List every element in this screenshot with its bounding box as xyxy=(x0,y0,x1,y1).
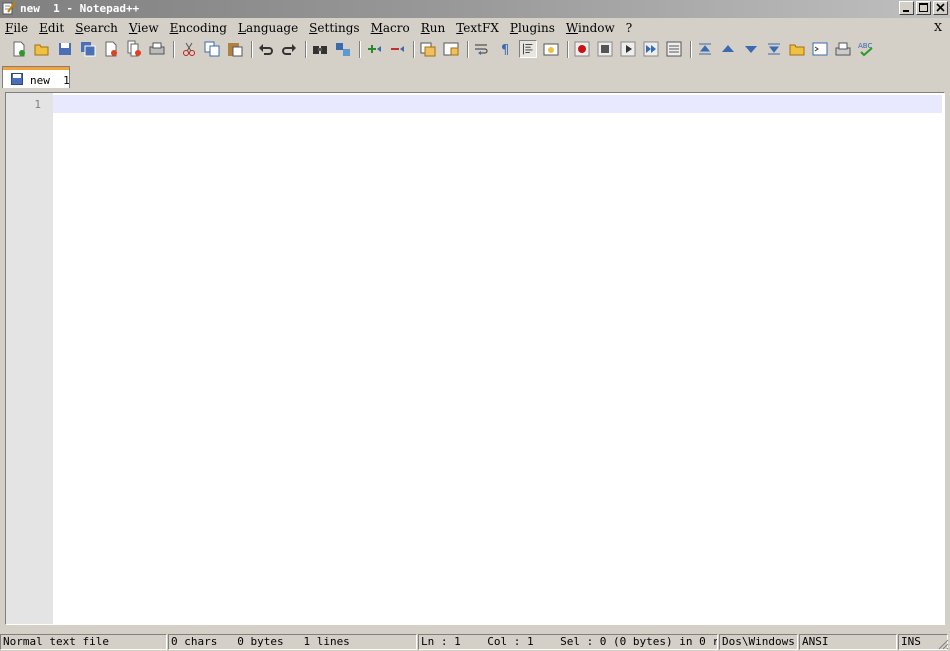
line-number: 1 xyxy=(34,98,41,111)
copy-icon[interactable] xyxy=(203,40,221,58)
title-bar[interactable]: new 1 - Notepad++ xyxy=(0,0,950,18)
status-bar: Normal text file 0 chars 0 bytes 1 lines… xyxy=(0,633,950,651)
close-file-icon[interactable] xyxy=(102,40,120,58)
text-editor[interactable]: 1 xyxy=(5,92,945,625)
open-file-icon[interactable] xyxy=(33,40,51,58)
status-cursor-position: Ln : 1 Col : 1 Sel : 0 (0 bytes) in 0 ra… xyxy=(418,634,718,650)
paste-icon[interactable] xyxy=(226,40,244,58)
resize-grip-icon[interactable] xyxy=(938,639,949,650)
toolbar-separator xyxy=(690,41,692,58)
status-doc-length: 0 chars 0 bytes 1 lines xyxy=(168,634,417,650)
menu-macro[interactable]: Macro xyxy=(371,21,410,35)
indent-guide-icon[interactable] xyxy=(519,40,537,58)
notepad-app-icon xyxy=(2,1,16,15)
tab-label: new 1 xyxy=(30,74,70,87)
minimize-button[interactable] xyxy=(899,1,914,15)
close-all-icon[interactable] xyxy=(125,40,143,58)
redo-icon[interactable] xyxy=(280,40,298,58)
user-defined-lang-icon[interactable] xyxy=(542,40,560,58)
maximize-button[interactable] xyxy=(916,1,931,15)
menu-help[interactable]: ? xyxy=(626,21,632,35)
toolbar-separator xyxy=(359,41,361,58)
close-button[interactable] xyxy=(933,1,948,15)
folder-icon[interactable] xyxy=(788,40,806,58)
current-line-highlight xyxy=(53,95,942,113)
svg-text:¶: ¶ xyxy=(501,43,509,58)
show-all-chars-icon[interactable]: ¶ xyxy=(496,40,514,58)
collapse-icon[interactable] xyxy=(696,40,714,58)
line-number-gutter: 1 xyxy=(6,93,53,624)
toolbar-separator xyxy=(305,41,307,58)
menu-settings[interactable]: Settings xyxy=(309,21,359,35)
stop-record-icon[interactable] xyxy=(596,40,614,58)
word-wrap-icon[interactable] xyxy=(473,40,491,58)
cut-icon[interactable] xyxy=(180,40,198,58)
maximize-icon xyxy=(919,3,928,12)
close-icon xyxy=(936,3,945,12)
run-macro-multiple-icon[interactable] xyxy=(642,40,660,58)
sync-vertical-icon[interactable] xyxy=(419,40,437,58)
menu-textfx[interactable]: TextFX xyxy=(456,21,499,35)
print-now-icon[interactable] xyxy=(834,40,852,58)
save-macro-icon[interactable] xyxy=(665,40,683,58)
up-icon[interactable] xyxy=(719,40,737,58)
new-file-icon[interactable] xyxy=(10,40,28,58)
status-file-type: Normal text file xyxy=(0,634,167,650)
undo-icon[interactable] xyxy=(257,40,275,58)
tab-strip: new 1 xyxy=(0,64,950,90)
window-title: new 1 - Notepad++ xyxy=(20,2,140,15)
save-all-icon[interactable] xyxy=(79,40,97,58)
status-encoding: ANSI xyxy=(799,634,897,650)
toolbar-separator xyxy=(467,41,469,58)
minimize-icon xyxy=(903,10,909,12)
spell-check-icon[interactable]: ABC xyxy=(857,40,875,58)
toolbar: ¶ ABC xyxy=(0,38,950,62)
record-macro-icon[interactable] xyxy=(573,40,591,58)
close-document-button[interactable]: X xyxy=(934,21,942,34)
zoom-out-icon[interactable] xyxy=(388,40,406,58)
down-icon[interactable] xyxy=(742,40,760,58)
menu-plugins[interactable]: Plugins xyxy=(510,21,555,35)
menu-run[interactable]: Run xyxy=(421,21,446,35)
toolbar-separator xyxy=(413,41,415,58)
toolbar-separator xyxy=(251,41,253,58)
find-icon[interactable] xyxy=(311,40,329,58)
menu-encoding[interactable]: Encoding xyxy=(170,21,227,35)
replace-icon[interactable] xyxy=(334,40,352,58)
active-tab-indicator xyxy=(3,67,69,70)
menu-view[interactable]: View xyxy=(129,21,159,35)
menu-search[interactable]: Search xyxy=(75,21,118,35)
menu-window[interactable]: Window xyxy=(566,21,615,35)
save-icon[interactable] xyxy=(56,40,74,58)
console-icon[interactable] xyxy=(811,40,829,58)
tab-new-1[interactable]: new 1 xyxy=(2,66,70,88)
menu-bar: File Edit Search View Encoding Language … xyxy=(0,18,950,38)
sync-horizontal-icon[interactable] xyxy=(442,40,460,58)
status-eol-format: Dos\Windows xyxy=(719,634,798,650)
saved-file-icon xyxy=(11,73,23,85)
menu-edit[interactable]: Edit xyxy=(39,21,64,35)
expand-icon[interactable] xyxy=(765,40,783,58)
play-macro-icon[interactable] xyxy=(619,40,637,58)
menu-file[interactable]: File xyxy=(5,21,28,35)
toolbar-separator xyxy=(173,41,175,58)
notepad-window: new 1 - Notepad++ File Edit Search View … xyxy=(0,0,950,651)
menu-language[interactable]: Language xyxy=(238,21,298,35)
zoom-in-icon[interactable] xyxy=(365,40,383,58)
toolbar-separator xyxy=(567,41,569,58)
print-icon[interactable] xyxy=(148,40,166,58)
